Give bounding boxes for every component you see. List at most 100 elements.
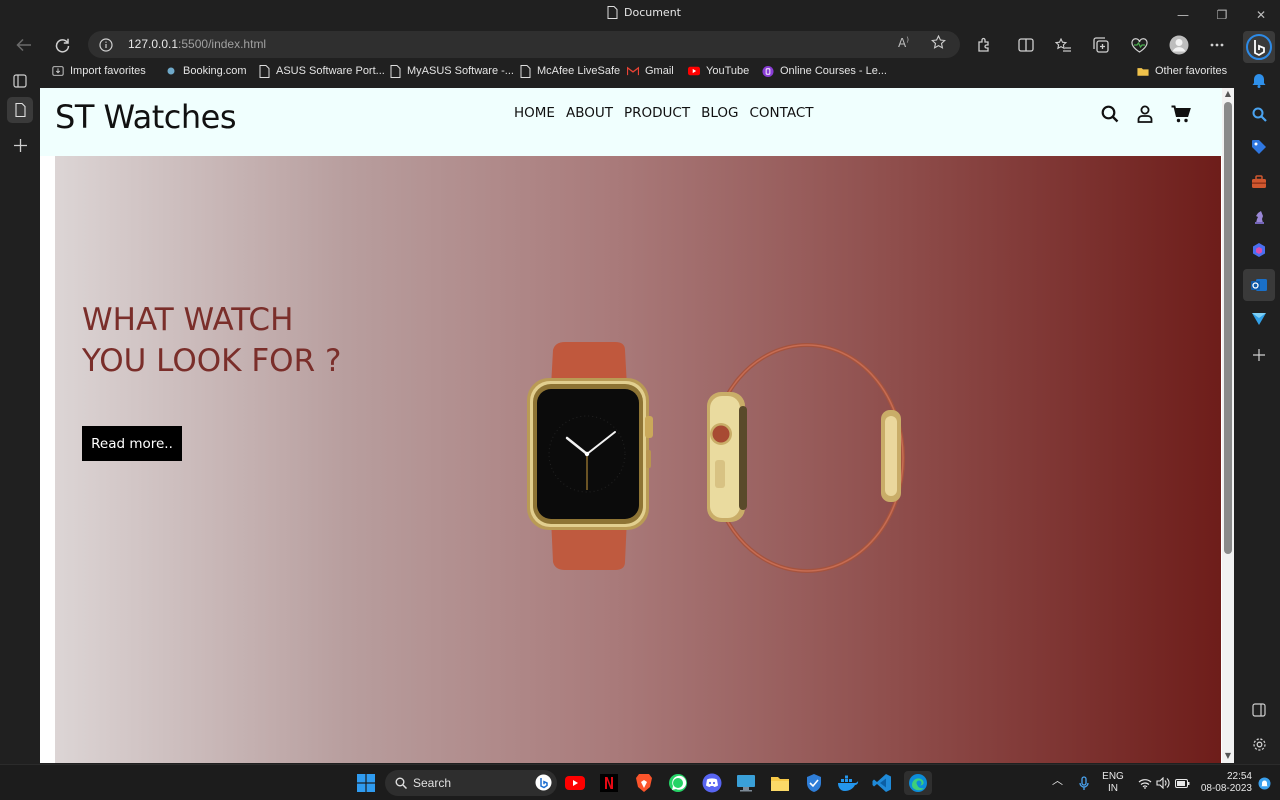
close-button[interactable]: ✕	[1241, 0, 1280, 29]
sidebar-games-button[interactable]	[1248, 205, 1270, 227]
favorite-other-folder[interactable]: Other favorites	[1137, 65, 1227, 77]
add-favorite-star-icon[interactable]	[931, 34, 946, 53]
taskbar-brave[interactable]	[632, 771, 656, 795]
page-scrollbar[interactable]: ▲ ▼	[1222, 88, 1234, 763]
minimize-button[interactable]: —	[1163, 0, 1203, 29]
tab-actions-button[interactable]	[7, 68, 33, 94]
profile-button[interactable]	[1165, 31, 1193, 59]
favorite-label: Import favorites	[70, 65, 146, 77]
scrollbar-thumb[interactable]	[1224, 102, 1232, 554]
settings-more-button[interactable]	[1203, 31, 1231, 59]
sidebar-hide-button[interactable]	[1248, 699, 1270, 721]
browser-essentials-button[interactable]	[1125, 31, 1153, 59]
favorite-asus-portal[interactable]: ASUS Software Port...	[258, 64, 385, 78]
start-button[interactable]	[354, 771, 378, 795]
sidebar-notifications-button[interactable]	[1248, 69, 1270, 91]
taskbar-vscode[interactable]	[870, 771, 894, 795]
page-icon	[258, 64, 270, 78]
clock-time: 22:54	[1226, 771, 1252, 782]
favorite-booking[interactable]: Booking.com	[165, 65, 247, 77]
favorites-button[interactable]	[1049, 31, 1077, 59]
title-bar: Document — ❐ ✕	[0, 0, 1280, 29]
bing-icon	[535, 774, 552, 791]
bing-icon	[1246, 34, 1272, 60]
menu-product[interactable]: PRODUCT	[624, 105, 690, 121]
favorite-gmail[interactable]: Gmail	[627, 65, 674, 77]
sidebar-microsoft365-button[interactable]	[1248, 239, 1270, 261]
discord-icon	[702, 773, 722, 793]
docker-whale-icon	[838, 775, 859, 791]
url-path: :5500/index.html	[178, 37, 267, 51]
page-icon	[519, 64, 531, 78]
favorite-label: Other favorites	[1155, 65, 1228, 77]
notification-center-button[interactable]	[1252, 771, 1276, 795]
collections-button[interactable]	[1087, 31, 1115, 59]
new-tab-button[interactable]	[7, 132, 33, 158]
sidebar-search-button[interactable]	[1248, 103, 1270, 125]
split-screen-button[interactable]	[1012, 31, 1040, 59]
scroll-up-arrow-icon[interactable]: ▲	[1224, 90, 1232, 98]
taskbar-whatsapp[interactable]	[666, 771, 690, 795]
favorite-myasus[interactable]: MyASUS Software -...	[389, 64, 514, 78]
taskbar-security-app[interactable]	[802, 771, 826, 795]
tray-overflow-chevron-icon[interactable]: ︿	[1052, 775, 1063, 787]
system-clock[interactable]: 22:54 08-08-2023	[1196, 771, 1252, 795]
youtube-icon	[688, 65, 700, 77]
favorite-online-courses[interactable]: Online Courses - Le...	[762, 65, 887, 77]
taskbar-docker[interactable]	[836, 771, 860, 795]
favorite-label: McAfee LiveSafe	[537, 65, 621, 77]
menu-blog[interactable]: BLOG	[701, 105, 738, 121]
folder-icon	[1137, 65, 1149, 77]
taskbar-discord[interactable]	[700, 771, 724, 795]
document-icon	[607, 6, 618, 19]
search-icon[interactable]	[1099, 103, 1121, 125]
taskbar-desktop-app[interactable]	[734, 771, 758, 795]
hero-banner: WHAT WATCH YOU LOOK FOR ? Read more..	[55, 156, 1221, 763]
office-icon	[1253, 243, 1265, 257]
bing-chat-button[interactable]	[1243, 31, 1275, 63]
paper-plane-icon	[1252, 313, 1266, 325]
taskbar-netflix[interactable]	[597, 771, 621, 795]
window-title: Document	[607, 6, 681, 19]
taskbar-file-explorer[interactable]	[768, 771, 792, 795]
back-button[interactable]	[10, 31, 38, 59]
taskbar-search-box[interactable]: Search	[385, 770, 557, 796]
refresh-button[interactable]	[48, 31, 76, 59]
taskbar-edge[interactable]	[904, 771, 932, 795]
maximize-button[interactable]: ❐	[1202, 0, 1242, 29]
notification-bell-icon	[1258, 777, 1270, 789]
sidebar-outlook-button[interactable]	[1243, 269, 1275, 301]
microphone-status[interactable]	[1072, 771, 1096, 795]
favorite-import[interactable]: Import favorites	[52, 65, 146, 77]
sidebar-add-button[interactable]	[1248, 344, 1270, 366]
sidebar-settings-button[interactable]	[1248, 733, 1270, 755]
sidebar-tools-button[interactable]	[1248, 171, 1270, 193]
outlook-icon	[1251, 279, 1267, 291]
battery-status[interactable]	[1170, 771, 1194, 795]
sidebar-drop-button[interactable]	[1248, 308, 1270, 330]
cart-icon[interactable]	[1170, 103, 1192, 125]
read-aloud-icon[interactable]: A)	[898, 36, 909, 50]
tab-document[interactable]	[7, 97, 33, 123]
url-text[interactable]: 127.0.0.1:5500/index.html	[128, 37, 266, 51]
site-brand[interactable]: ST Watches	[55, 98, 237, 136]
booking-icon	[165, 65, 177, 77]
site-info-icon[interactable]	[99, 37, 113, 56]
read-more-button[interactable]: Read more..	[82, 426, 182, 461]
scroll-down-arrow-icon[interactable]: ▼	[1224, 752, 1232, 760]
favorite-mcafee[interactable]: McAfee LiveSafe	[519, 64, 621, 78]
menu-about[interactable]: ABOUT	[566, 105, 613, 121]
extensions-button[interactable]	[970, 31, 998, 59]
netflix-icon	[600, 774, 618, 792]
battery-icon	[1174, 778, 1189, 788]
favorite-youtube[interactable]: YouTube	[688, 65, 749, 77]
input-language-indicator[interactable]: ENG IN	[1100, 771, 1126, 795]
edge-icon	[909, 774, 927, 792]
menu-home[interactable]: HOME	[514, 105, 555, 121]
menu-contact[interactable]: CONTACT	[749, 105, 813, 121]
edge-sidebar	[1240, 29, 1280, 764]
user-icon[interactable]	[1134, 103, 1156, 125]
sidebar-shopping-button[interactable]	[1248, 136, 1270, 158]
address-bar[interactable]: 127.0.0.1:5500/index.html A)	[88, 31, 960, 58]
taskbar-youtube[interactable]	[563, 771, 587, 795]
